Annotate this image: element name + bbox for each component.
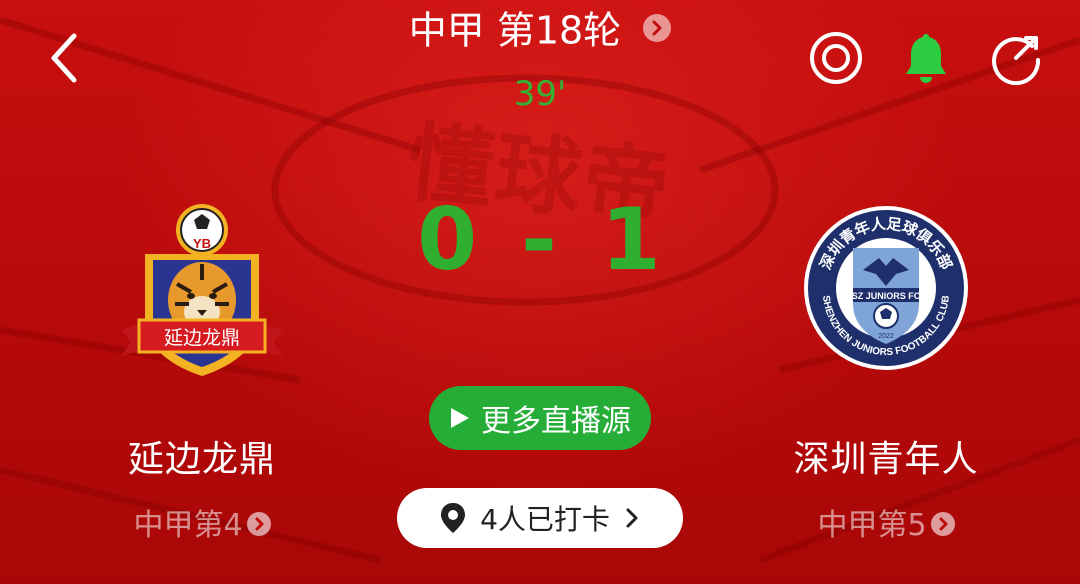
- page-title: 中甲 第18轮: [408, 8, 622, 53]
- location-pin-icon: [441, 503, 466, 533]
- home-team-name: 延边龙鼎: [127, 439, 276, 480]
- home-team-rank-link[interactable]: 中甲第4: [92, 500, 312, 544]
- target-icon: [810, 32, 862, 84]
- more-live-sources-button[interactable]: 更多直播源: [429, 386, 651, 450]
- away-team-crest: 深圳青年人足球俱乐部 SHENZHEN JUNIORS FOOTBALL CLU…: [804, 206, 968, 370]
- checkin-label: 4人已打卡: [480, 503, 610, 536]
- away-team-rank-link[interactable]: 中甲第5: [768, 500, 1004, 544]
- home-score: 0: [417, 190, 480, 290]
- home-team[interactable]: YB 延边龙鼎 延边龙鼎 中甲第4: [92, 200, 312, 544]
- away-team[interactable]: 深圳青年人足球俱乐部 SHENZHEN JUNIORS FOOTBALL CLU…: [768, 200, 1004, 544]
- checkin-button[interactable]: 4人已打卡: [397, 488, 683, 548]
- follow-button[interactable]: [808, 30, 864, 86]
- share-button[interactable]: [988, 30, 1044, 86]
- away-team-name: 深圳青年人: [793, 439, 979, 480]
- notification-button[interactable]: [898, 30, 954, 86]
- chevron-right-icon: [930, 511, 955, 536]
- crest-year-text: 2022: [878, 333, 894, 340]
- chevron-right-icon: [643, 13, 672, 42]
- share-icon: [992, 36, 1041, 86]
- chevron-right-icon: [626, 508, 638, 528]
- away-team-rank: 中甲第5: [817, 508, 927, 543]
- crest-shield-text: SZ JUNIORS FC: [852, 291, 921, 301]
- chevron-right-icon: [246, 511, 271, 536]
- home-team-crest: YB 延边龙鼎: [121, 204, 283, 376]
- score-separator: -: [521, 190, 559, 290]
- home-team-rank: 中甲第4: [133, 508, 243, 543]
- bell-icon: [906, 34, 946, 83]
- crest-ribbon-text: 延边龙鼎: [164, 327, 240, 349]
- crest-badge-text: YB: [193, 236, 211, 251]
- play-icon: [451, 408, 469, 428]
- away-score: 1: [600, 190, 663, 290]
- more-live-sources-label: 更多直播源: [481, 404, 631, 439]
